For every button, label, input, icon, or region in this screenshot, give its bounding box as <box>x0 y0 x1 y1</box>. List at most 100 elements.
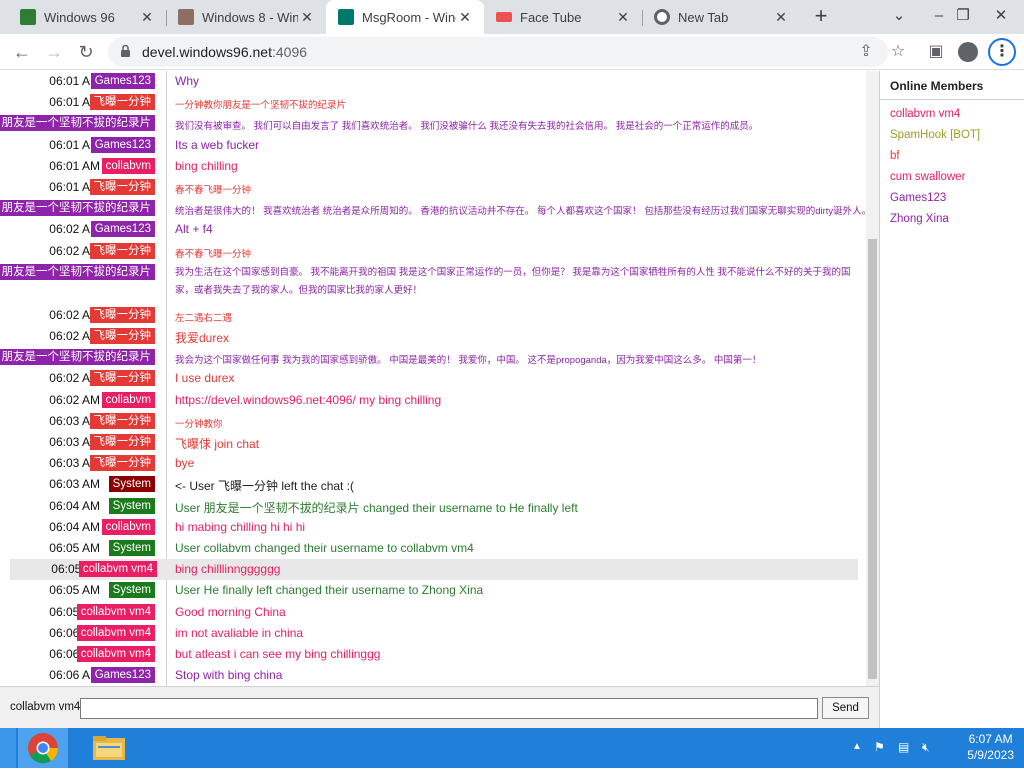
omnibox[interactable]: devel.windows96.net:4096 ⇪ <box>108 37 888 67</box>
window-close-icon[interactable]: ✕ <box>978 0 1024 34</box>
reload-icon[interactable]: ↻ <box>72 38 100 66</box>
volume-muted-icon[interactable]: 🔇︎ <box>922 740 930 755</box>
scrollbar-thumb[interactable] <box>868 239 877 679</box>
close-tab-icon[interactable]: ✕ <box>614 8 632 26</box>
tab-msgroom[interactable]: MsgRoom - Wind ✕ <box>326 0 484 34</box>
facetube-favicon-icon <box>496 12 512 22</box>
member-item[interactable]: Zhong Xina <box>890 213 949 225</box>
tab-windows96[interactable]: Windows 96 ✕ <box>0 0 166 34</box>
windows96-favicon-icon <box>20 9 36 25</box>
username-badge[interactable]: 飞曝一分钟 <box>89 434 155 450</box>
username-badge[interactable]: Games123 <box>90 73 155 89</box>
username-badge[interactable]: System <box>108 476 155 493</box>
username-badge[interactable]: 飞曝一分钟 <box>89 306 155 323</box>
message-timestamp: 06:03 AM <box>49 477 100 492</box>
close-tab-icon[interactable]: ✕ <box>138 8 156 26</box>
message-timestamp: 06:05 AM <box>49 541 100 555</box>
new-tab-icon[interactable]: + <box>808 4 834 30</box>
tab-newtab[interactable]: New Tab ✕ <box>642 0 800 34</box>
member-item[interactable]: SpamHook [BOT] <box>890 129 980 141</box>
tray-overflow-icon[interactable]: ▲ <box>852 741 862 752</box>
username-badge[interactable]: collabvm <box>101 157 155 174</box>
message-text: https://devel.windows96.net:4096/ my bin… <box>175 392 442 407</box>
member-item[interactable]: cum swallower <box>890 171 965 183</box>
message-text: 我会为这个国家做任何事 我为我的国家感到骄傲。 中国是最美的！ 我爱你，中国。 … <box>175 355 762 367</box>
send-button[interactable]: Send <box>822 697 869 719</box>
taskbar-clock[interactable]: 6:07 AM 5/9/2023 <box>967 731 1014 763</box>
start-button[interactable] <box>0 728 16 768</box>
chat-message-row: 06:03 AM 飞曝一分钟 飞曝俅 join chat <box>0 432 866 453</box>
chat-message-row: 06:02 AM 飞曝一分钟 I use durex <box>0 368 866 389</box>
taskbar-chrome[interactable] <box>18 728 68 768</box>
profile-avatar-icon[interactable] <box>958 42 978 62</box>
username-badge[interactable]: 飞曝一分钟 <box>89 455 155 472</box>
tab-facetube[interactable]: Face Tube ✕ <box>484 0 642 34</box>
address-bar: ← → ↻ devel.windows96.net:4096 ⇪ ☆ ▣ ⋮ <box>0 34 1024 70</box>
username-badge[interactable]: 飞曝一分钟 <box>89 94 155 111</box>
forward-arrow-icon[interactable]: → <box>40 38 68 66</box>
username-badge[interactable]: 飞曝一分钟 <box>89 412 155 429</box>
chat-message-row: 06:04 AM System User 朋友是一个坚韧不拔的纪录片 changed… <box>0 496 866 517</box>
username-badge[interactable]: System <box>108 540 155 556</box>
username-badge[interactable]: System <box>108 497 155 514</box>
tab-windows8[interactable]: Windows 8 - Win ✕ <box>166 0 326 34</box>
members-divider <box>880 99 1024 100</box>
close-tab-icon[interactable]: ✕ <box>456 8 474 26</box>
username-badge[interactable]: collabvm <box>101 391 155 408</box>
taskbar-file-explorer[interactable] <box>84 728 134 768</box>
nickname-label[interactable]: collabvm vm4 <box>10 701 80 713</box>
back-arrow-icon[interactable]: ← <box>8 38 36 66</box>
chat-log: 06:01 AM Games123 Why 06:01 AM 飞曝一分钟 一分钟教你朋友是… <box>0 71 879 686</box>
share-icon[interactable]: ⇪ <box>852 38 880 66</box>
windows8-favicon-icon <box>178 9 194 25</box>
chat-message-row: 06:05 AM collabvm vm4 bing chilllinngggggg <box>10 559 858 581</box>
online-members-panel: Online Members collabvm vm4 SpamHook [BOT… <box>879 71 1024 728</box>
username-badge[interactable]: 飞曝一分钟 <box>89 370 155 387</box>
message-text: bing chilling <box>175 158 238 173</box>
username-badge[interactable]: collabvm vm4 <box>78 561 157 578</box>
chat-message-row: 6:02 AM朋友是一个坚韧不拔的纪录片统治者是很伟大的！ 我喜欢统治者 统治者… <box>0 198 871 219</box>
chat-message-row: 06:02 AM collabvm https://devel.windows96.… <box>0 390 866 411</box>
network-icon[interactable]: ▤ <box>898 740 909 754</box>
username-badge[interactable]: 朋友是一个坚韧不拔的纪录片 <box>0 200 155 217</box>
message-text: but atleast i can see my bing chillinggg <box>175 647 381 661</box>
username-badge[interactable]: Games123 <box>90 136 155 153</box>
chat-scrollbar[interactable] <box>866 71 879 686</box>
message-input[interactable] <box>80 698 818 719</box>
chat-message-row: 6:02 AM朋友是一个坚韧不拔的纪录片我会为这个国家做任何事 我为我的国家感到… <box>0 347 866 368</box>
chat-message-row: 6:01 AM朋友是一个坚韧不拔的纪录片我们没有被审查。 我们可以自由发言了 我… <box>0 113 866 134</box>
username-badge[interactable]: Games123 <box>90 667 155 684</box>
chat-message-row: 06:01 AM Games123 Why <box>0 71 866 92</box>
member-item[interactable]: collabvm vm4 <box>890 108 960 120</box>
message-timestamp: 06:04 AM <box>49 519 100 534</box>
message-text: 飞曝俅 join chat <box>175 437 260 451</box>
username-badge[interactable]: System <box>108 582 155 599</box>
username-badge[interactable]: 朋友是一个坚韧不拔的纪录片 <box>0 115 155 132</box>
username-badge[interactable]: 朋友是一个坚韧不拔的纪录片 <box>0 349 155 366</box>
close-tab-icon[interactable]: ✕ <box>772 8 790 26</box>
username-badge[interactable]: collabvm vm4 <box>76 624 155 641</box>
kebab-menu-icon[interactable]: ⋮ <box>988 38 1016 66</box>
username-badge[interactable]: 飞曝一分钟 <box>89 328 155 344</box>
message-timestamp: 06:02 AM <box>49 392 100 407</box>
bookmark-star-icon[interactable]: ☆ <box>884 38 912 66</box>
message-text: Alt + f4 <box>175 222 213 237</box>
message-input-bar: collabvm vm4 Send <box>0 686 879 728</box>
username-badge[interactable]: 飞曝一分钟 <box>89 179 155 195</box>
chrome-icon <box>28 733 59 764</box>
username-badge[interactable]: collabvm vm4 <box>76 603 155 620</box>
side-panel-icon[interactable]: ▣ <box>922 38 950 66</box>
username-badge[interactable]: 朋友是一个坚韧不拔的纪录片 <box>0 263 155 280</box>
username-badge[interactable]: collabvm <box>101 518 155 535</box>
message-text: User He finally left changed their usern… <box>175 583 484 598</box>
username-badge[interactable]: collabvm vm4 <box>76 646 155 662</box>
close-tab-icon[interactable]: ✕ <box>298 8 316 26</box>
member-item[interactable]: bf <box>890 150 900 162</box>
member-item[interactable]: Games123 <box>890 192 946 204</box>
action-center-flag-icon[interactable]: ⚑ <box>874 740 885 754</box>
chat-message-row: 06:05 AM collabvm vm4 Good morning China <box>0 602 866 623</box>
lock-icon <box>121 44 130 57</box>
chat-message-row: 06:03 AM 飞曝一分钟 一分钟教你 <box>0 411 866 432</box>
username-badge[interactable]: 飞曝一分钟 <box>89 242 155 259</box>
username-badge[interactable]: Games123 <box>90 221 155 238</box>
